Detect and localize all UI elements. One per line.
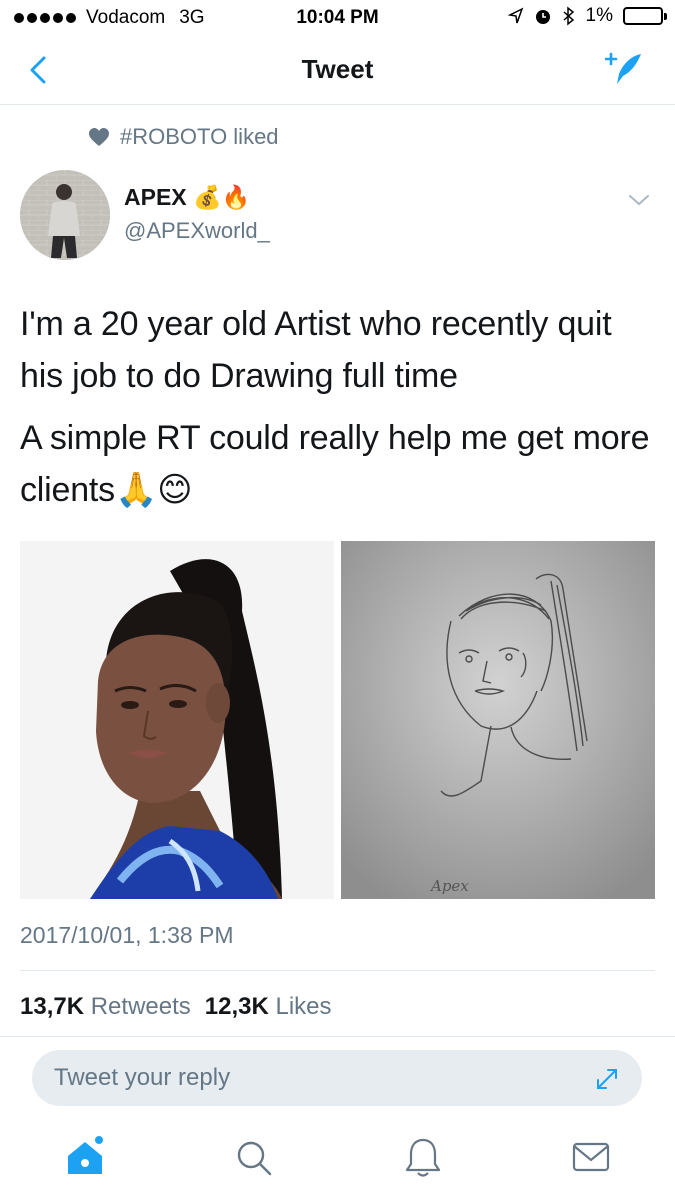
sketch-signature: Apex: [429, 877, 469, 895]
reply-input[interactable]: Tweet your reply: [32, 1050, 642, 1106]
chevron-down-icon[interactable]: [627, 190, 651, 210]
battery-icon: [623, 7, 667, 25]
likes-stat[interactable]: 12,3K Likes: [205, 993, 332, 1021]
author-handle[interactable]: @APEXworld_: [124, 218, 270, 244]
tweet-paragraph-2: A simple RT could really help me get mor…: [20, 419, 650, 509]
divider: [0, 1036, 675, 1037]
status-bar: Vodacom 3G 10:04 PM 1%: [0, 0, 675, 36]
sketch-photo: Apex: [341, 541, 655, 899]
tweet-photo-sketch[interactable]: Apex: [341, 541, 655, 899]
page-title: Tweet: [301, 54, 374, 84]
divider: [20, 970, 655, 971]
tweet-paragraph-1: I'm a 20 year old Artist who recently qu…: [20, 305, 612, 395]
retweets-count: 13,7K: [20, 993, 85, 1020]
battery-percent: 1%: [585, 5, 613, 26]
social-context[interactable]: #ROBOTO liked: [88, 124, 279, 150]
location-arrow-icon: [507, 7, 523, 24]
compose-tweet-icon[interactable]: [605, 50, 645, 90]
author-display-name: APEX 💰🔥: [124, 184, 251, 210]
expand-icon[interactable]: [594, 1066, 620, 1092]
nav-bar: Tweet: [0, 36, 675, 105]
reply-placeholder: Tweet your reply: [54, 1064, 231, 1091]
avatar-photo: [20, 170, 110, 260]
tweet-photo-portrait[interactable]: [20, 541, 334, 899]
likes-count: 12,3K: [204, 993, 269, 1020]
search-icon[interactable]: [230, 1134, 276, 1180]
alarm-icon: [535, 10, 550, 24]
notifications-icon[interactable]: [400, 1134, 446, 1180]
retweets-stat[interactable]: 13,7K Retweets: [20, 993, 191, 1021]
tweet-timestamp: 2017/10/01, 1:38 PM: [20, 922, 234, 948]
avatar[interactable]: [20, 170, 110, 260]
bluetooth-icon: [563, 6, 574, 26]
tweet-text: I'm a 20 year old Artist who recently qu…: [20, 298, 660, 526]
messages-icon[interactable]: [568, 1134, 614, 1180]
likes-label: Likes: [275, 993, 332, 1020]
social-context-text: #ROBOTO liked: [120, 124, 279, 149]
portrait-photo: [20, 541, 334, 899]
retweets-label: Retweets: [90, 993, 191, 1020]
tweet-stats: 13,7K Retweets 12,3K Likes: [20, 993, 332, 1021]
author-name[interactable]: APEX 💰🔥: [124, 184, 250, 211]
heart-icon: [89, 128, 109, 146]
home-icon[interactable]: [62, 1134, 108, 1180]
